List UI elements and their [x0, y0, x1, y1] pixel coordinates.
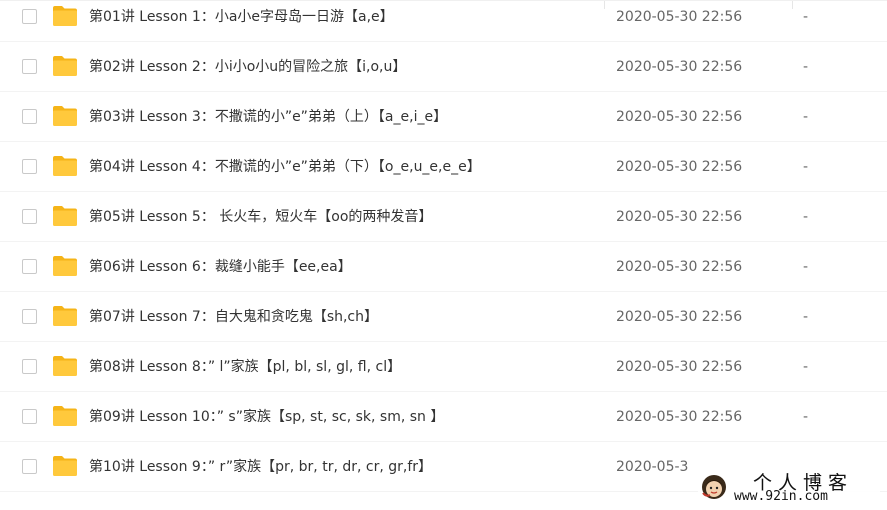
modified-date: 2020-05-30 22:56 — [616, 109, 743, 125]
row-checkbox[interactable] — [22, 259, 37, 274]
file-size: - — [803, 109, 809, 125]
file-name[interactable]: 第05讲 Lesson 5： 长火车，短火车【oo的两种发音】 — [89, 208, 432, 226]
watermark: 个人博客 www.92in.com — [698, 468, 880, 506]
file-row[interactable]: 第09讲 Lesson 10：” s”家族【sp, st, sc, sk, sm… — [0, 392, 887, 442]
row-checkbox[interactable] — [22, 9, 37, 24]
folder-icon — [53, 206, 77, 226]
watermark-url: www.92in.com — [734, 489, 828, 504]
file-size: - — [803, 59, 809, 75]
file-row[interactable]: 第08讲 Lesson 8：” l”家族【pl, bl, sl, gl, fl,… — [0, 342, 887, 392]
file-row[interactable]: 第05讲 Lesson 5： 长火车，短火车【oo的两种发音】 2020-05-3… — [0, 192, 887, 242]
row-checkbox[interactable] — [22, 309, 37, 324]
folder-icon — [53, 456, 77, 476]
file-size: - — [803, 359, 809, 375]
row-checkbox[interactable] — [22, 209, 37, 224]
row-checkbox[interactable] — [22, 459, 37, 474]
file-name[interactable]: 第08讲 Lesson 8：” l”家族【pl, bl, sl, gl, fl,… — [89, 358, 401, 376]
folder-icon — [53, 156, 77, 176]
file-row[interactable]: 第07讲 Lesson 7：自大鬼和贪吃鬼【sh,ch】 2020-05-30 2… — [0, 292, 887, 342]
file-name[interactable]: 第04讲 Lesson 4：不撒谎的小”e”弟弟（下）【o_e,u_e,e_e】 — [89, 158, 481, 176]
modified-date: 2020-05-30 22:56 — [616, 159, 743, 175]
file-size: - — [803, 159, 809, 175]
avatar-icon — [702, 475, 726, 499]
file-name[interactable]: 第09讲 Lesson 10：” s”家族【sp, st, sc, sk, sm… — [89, 408, 444, 426]
row-checkbox[interactable] — [22, 109, 37, 124]
modified-date: 2020-05-30 22:56 — [616, 359, 743, 375]
file-row[interactable]: 第06讲 Lesson 6：裁缝小能手【ee,ea】 2020-05-30 22:… — [0, 242, 887, 292]
file-row[interactable]: 第02讲 Lesson 2：小i小o小u的冒险之旅【i,o,u】 2020-05-… — [0, 42, 887, 92]
row-checkbox[interactable] — [22, 359, 37, 374]
file-size: - — [803, 9, 809, 25]
file-size: - — [803, 409, 809, 425]
folder-icon — [53, 356, 77, 376]
file-name[interactable]: 第01讲 Lesson 1：小a小e字母岛一日游【a,e】 — [89, 8, 394, 26]
modified-date: 2020-05-30 22:56 — [616, 309, 743, 325]
folder-icon — [53, 56, 77, 76]
modified-date: 2020-05-30 22:56 — [616, 409, 743, 425]
modified-date: 2020-05-30 22:56 — [616, 209, 743, 225]
file-size: - — [803, 309, 809, 325]
folder-icon — [53, 106, 77, 126]
modified-date: 2020-05-30 22:56 — [616, 259, 743, 275]
file-row[interactable]: 第04讲 Lesson 4：不撒谎的小”e”弟弟（下）【o_e,u_e,e_e】… — [0, 142, 887, 192]
modified-date: 2020-05-3 — [616, 459, 689, 475]
modified-date: 2020-05-30 22:56 — [616, 9, 743, 25]
folder-icon — [53, 6, 77, 26]
folder-icon — [53, 306, 77, 326]
modified-date: 2020-05-30 22:56 — [616, 59, 743, 75]
folder-icon — [53, 406, 77, 426]
file-name[interactable]: 第10讲 Lesson 9：” r”家族【pr, br, tr, dr, cr,… — [89, 458, 432, 476]
file-list: 第01讲 Lesson 1：小a小e字母岛一日游【a,e】 2020-05-30 … — [0, 0, 887, 510]
row-checkbox[interactable] — [22, 159, 37, 174]
row-checkbox[interactable] — [22, 409, 37, 424]
row-checkbox[interactable] — [22, 59, 37, 74]
file-row[interactable]: 第03讲 Lesson 3：不撒谎的小”e”弟弟（上）【a_e,i_e】 2020… — [0, 92, 887, 142]
file-name[interactable]: 第07讲 Lesson 7：自大鬼和贪吃鬼【sh,ch】 — [89, 308, 378, 326]
file-size: - — [803, 209, 809, 225]
file-name[interactable]: 第06讲 Lesson 6：裁缝小能手【ee,ea】 — [89, 258, 352, 276]
folder-icon — [53, 256, 77, 276]
file-row[interactable]: 第01讲 Lesson 1：小a小e字母岛一日游【a,e】 2020-05-30 … — [0, 0, 887, 42]
file-name[interactable]: 第03讲 Lesson 3：不撒谎的小”e”弟弟（上）【a_e,i_e】 — [89, 108, 447, 126]
file-name[interactable]: 第02讲 Lesson 2：小i小o小u的冒险之旅【i,o,u】 — [89, 58, 406, 76]
file-size: - — [803, 259, 809, 275]
